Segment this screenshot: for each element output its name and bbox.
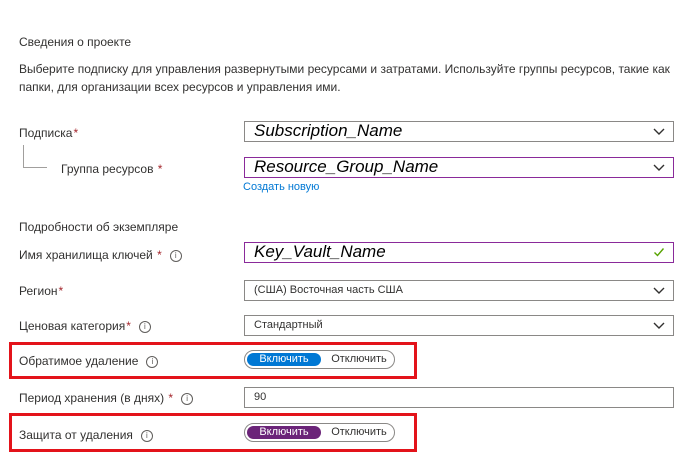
chevron-down-icon xyxy=(653,287,665,294)
soft-delete-toggle[interactable]: Включить Отключить xyxy=(244,350,395,369)
required-marker: * xyxy=(168,391,174,405)
info-icon[interactable]: i xyxy=(140,429,153,442)
region-select[interactable]: (США) Восточная часть США xyxy=(244,280,674,301)
chevron-down-icon xyxy=(653,164,665,171)
required-marker: * xyxy=(126,319,131,333)
purge-protection-disable-option[interactable]: Отключить xyxy=(325,426,393,439)
region-label: Регион* xyxy=(19,284,64,298)
subscription-value: Subscription_Name xyxy=(254,121,403,140)
required-marker: * xyxy=(58,284,64,298)
vault-name-label: Имя хранилища ключей * i xyxy=(19,248,182,262)
vault-name-input[interactable]: Key_Vault_Name xyxy=(244,242,674,263)
info-icon[interactable]: i xyxy=(181,392,194,405)
instance-section-title: Подробности об экземпляре xyxy=(19,220,179,234)
subscription-label: Подписка* xyxy=(19,126,79,140)
region-value: (США) Восточная часть США xyxy=(254,284,403,296)
required-marker: * xyxy=(157,248,162,262)
vault-name-value: Key_Vault_Name xyxy=(254,242,386,261)
purge-protection-enable-option[interactable]: Включить xyxy=(247,426,321,439)
resource-group-select[interactable]: Resource_Group_Name xyxy=(244,157,674,178)
pricing-value: Стандартный xyxy=(254,319,323,331)
create-new-link[interactable]: Создать новую xyxy=(243,181,319,193)
retention-input[interactable]: 90 xyxy=(244,387,674,408)
info-icon[interactable]: i xyxy=(138,320,151,333)
required-marker: * xyxy=(157,162,163,176)
retention-label: Период хранения (в днях) * i xyxy=(19,391,194,405)
tree-connector-vertical xyxy=(23,145,24,167)
purge-protection-label: Защита от удаления i xyxy=(19,428,153,442)
chevron-down-icon xyxy=(653,322,665,329)
tree-connector-horizontal xyxy=(23,167,47,168)
pricing-select[interactable]: Стандартный xyxy=(244,315,674,336)
chevron-down-icon xyxy=(653,128,665,135)
purge-protection-toggle[interactable]: Включить Отключить xyxy=(244,423,395,442)
resource-group-value: Resource_Group_Name xyxy=(254,157,439,176)
project-description: Выберите подписку для управления разверн… xyxy=(19,62,670,94)
info-icon[interactable]: i xyxy=(146,355,159,368)
required-marker: * xyxy=(73,126,79,140)
retention-value: 90 xyxy=(254,391,267,403)
pricing-label: Ценовая категория* i xyxy=(19,319,151,333)
soft-delete-disable-option[interactable]: Отключить xyxy=(325,353,393,366)
soft-delete-label: Обратимое удаление i xyxy=(19,354,159,368)
checkmark-icon xyxy=(654,248,665,257)
info-icon[interactable]: i xyxy=(169,249,182,262)
project-section-title: Сведения о проекте xyxy=(19,35,132,49)
soft-delete-enable-option[interactable]: Включить xyxy=(247,353,321,366)
subscription-select[interactable]: Subscription_Name xyxy=(244,121,674,142)
resource-group-label: Группа ресурсов * xyxy=(61,162,163,176)
